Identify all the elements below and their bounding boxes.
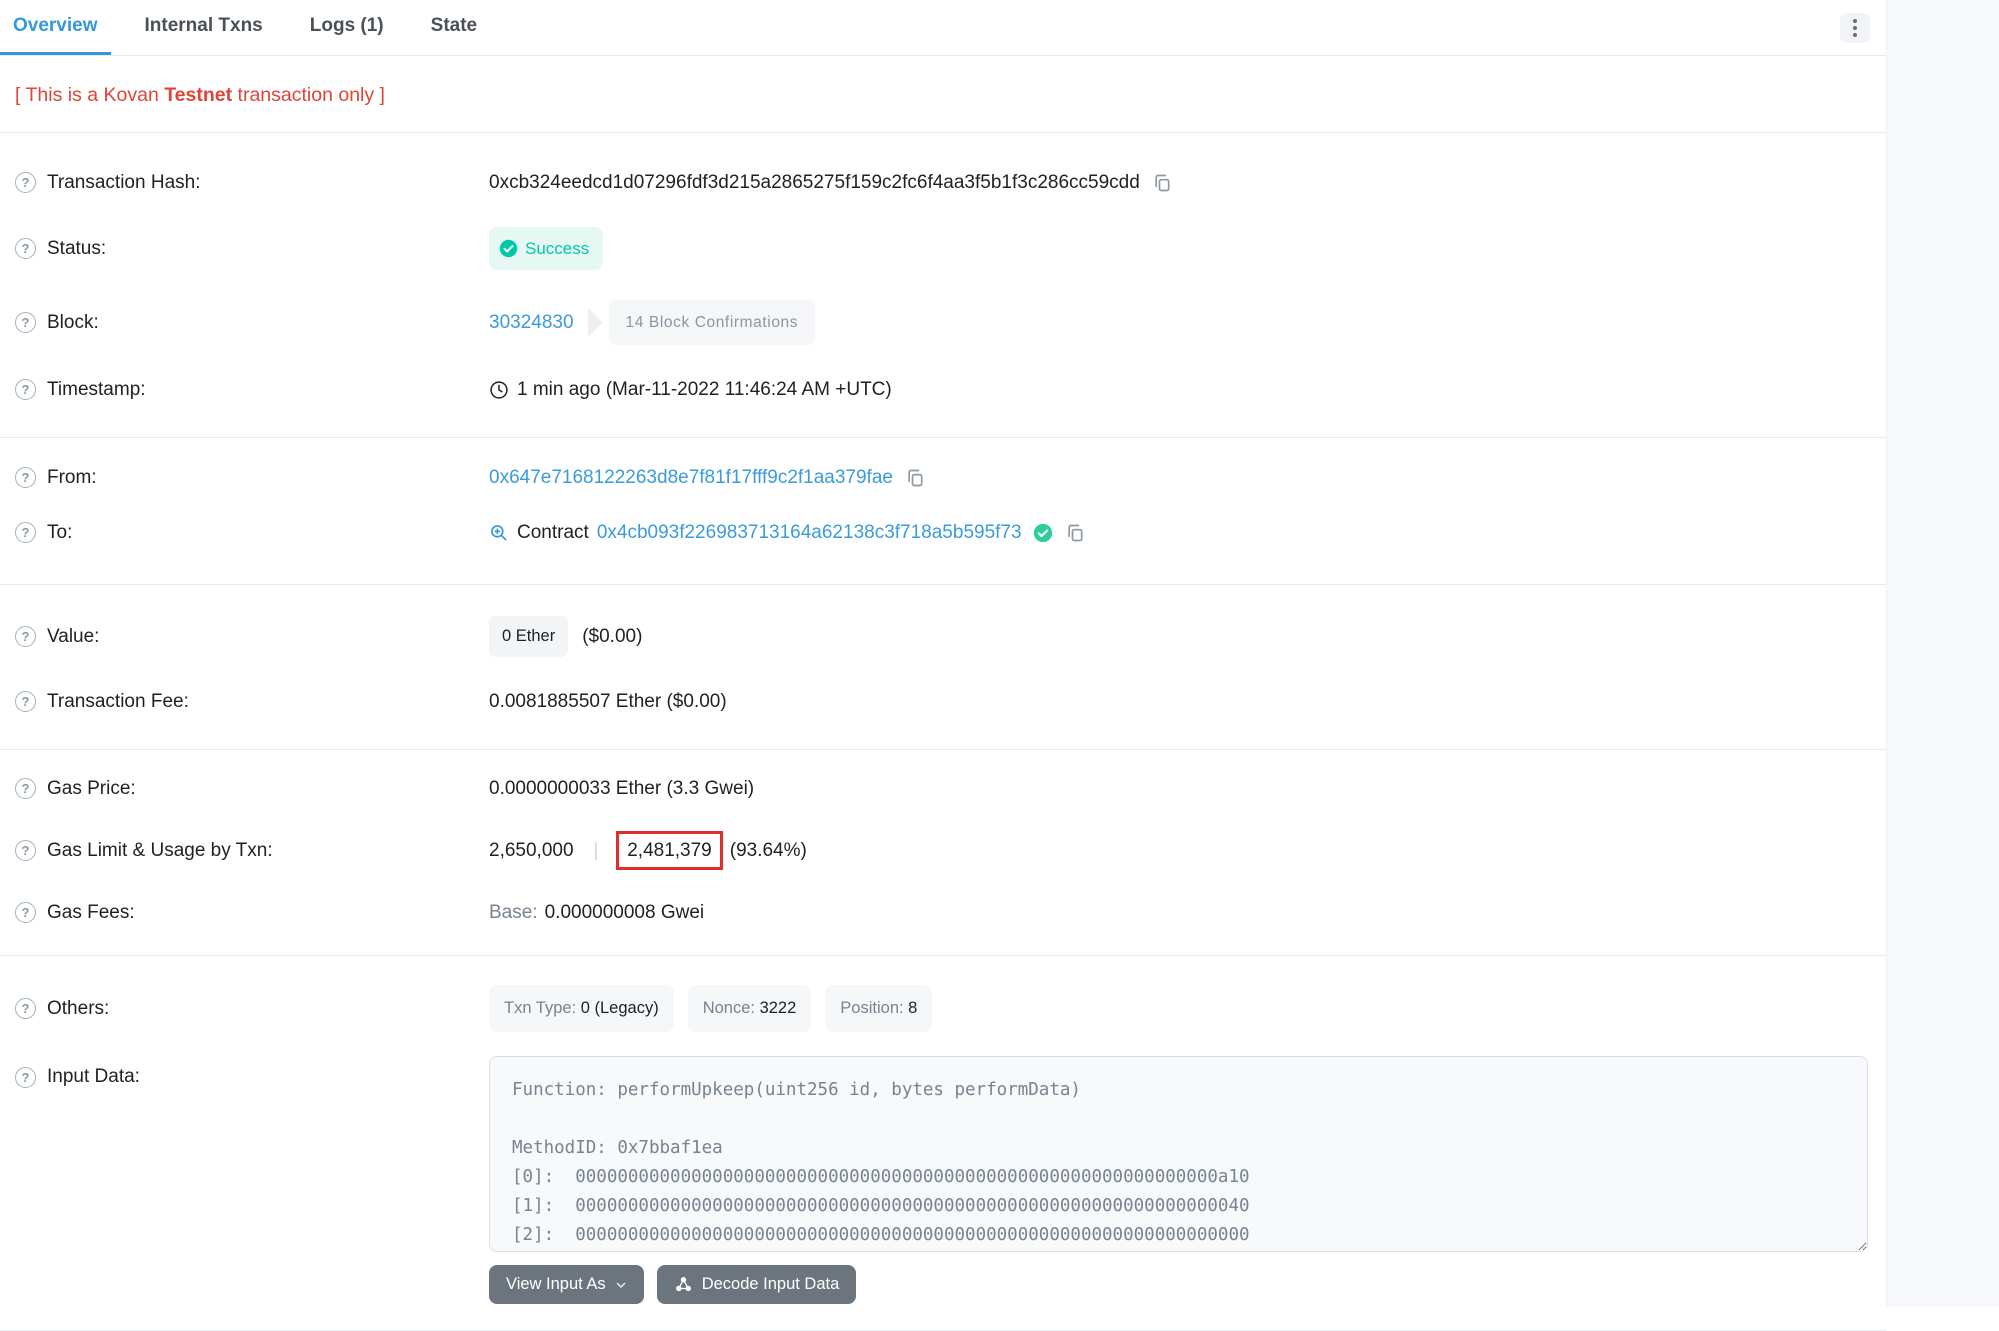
- input-data-textarea[interactable]: Function: performUpkeep(uint256 id, byte…: [489, 1056, 1868, 1252]
- value-amount-pill: 0 Ether: [489, 616, 568, 657]
- transaction-fee-row: ? Transaction Fee: 0.0081885507 Ether ($…: [0, 672, 1886, 731]
- help-icon[interactable]: ?: [15, 1067, 36, 1088]
- input-data-label: Input Data:: [47, 1066, 140, 1088]
- decode-input-data-button[interactable]: Decode Input Data: [657, 1265, 857, 1304]
- clock-icon: [489, 380, 509, 400]
- timestamp-label: Timestamp:: [47, 379, 146, 401]
- block-confirmations-label: 14 Block Confirmations: [609, 300, 816, 345]
- chevron-down-icon: [615, 1279, 627, 1291]
- help-icon[interactable]: ?: [15, 626, 36, 647]
- copy-to-address-button[interactable]: [1065, 523, 1085, 543]
- to-contract-word: Contract: [517, 518, 589, 547]
- timestamp-value: 1 min ago (Mar-11-2022 11:46:24 AM +UTC): [517, 375, 892, 404]
- transaction-hash-row: ? Transaction Hash: 0xcb324eedcd1d07296f…: [0, 153, 1886, 212]
- transaction-overview-card: Overview Internal Txns Logs (1) State [ …: [0, 0, 1886, 1331]
- gas-used-highlight-box: 2,481,379: [616, 831, 723, 870]
- gas-used-percent: (93.64%): [730, 836, 807, 865]
- gas-fees-base-label: Base:: [489, 898, 538, 927]
- value-usd: ($0.00): [582, 622, 642, 651]
- gas-price-label: Gas Price:: [47, 778, 136, 800]
- gas-used-value: 2,481,379: [627, 840, 712, 861]
- txn-type-pill: Txn Type: 0 (Legacy): [489, 985, 674, 1032]
- gas-price-value: 0.0000000033 Ether (3.3 Gwei): [489, 774, 754, 803]
- status-badge: Success: [489, 227, 603, 270]
- tab-state[interactable]: State: [418, 0, 490, 55]
- copy-icon: [905, 468, 925, 488]
- copy-icon: [1065, 523, 1085, 543]
- status-label: Status:: [47, 238, 106, 260]
- transaction-fee-value: 0.0081885507 Ether ($0.00): [489, 687, 727, 716]
- gas-fees-base-value: 0.000000008 Gwei: [545, 898, 705, 927]
- help-icon[interactable]: ?: [15, 998, 36, 1019]
- copy-from-address-button[interactable]: [905, 468, 925, 488]
- transaction-hash-label: Transaction Hash:: [47, 172, 200, 194]
- to-address-link[interactable]: 0x4cb093f226983713164a62138c3f718a5b595f…: [597, 518, 1022, 547]
- block-label: Block:: [47, 312, 99, 334]
- decode-input-data-label: Decode Input Data: [702, 1275, 840, 1294]
- block-number-link[interactable]: 30324830: [489, 308, 574, 337]
- from-address-link[interactable]: 0x647e7168122263d8e7f81f17fff9c2f1aa379f…: [489, 463, 893, 492]
- help-icon[interactable]: ?: [15, 691, 36, 712]
- nonce-pill: Nonce: 3222: [688, 985, 812, 1032]
- gas-price-row: ? Gas Price: 0.0000000033 Ether (3.3 Gwe…: [0, 760, 1886, 817]
- view-input-as-button[interactable]: View Input As: [489, 1265, 644, 1304]
- from-row: ? From: 0x647e7168122263d8e7f81f17fff9c2…: [0, 450, 1886, 505]
- help-icon[interactable]: ?: [15, 379, 36, 400]
- tab-logs[interactable]: Logs (1): [297, 0, 397, 55]
- gas-fees-row: ? Gas Fees: Base: 0.000000008 Gwei: [0, 884, 1886, 941]
- to-row: ? To: Contract 0x4cb093f226983713164a621…: [0, 505, 1886, 560]
- kebab-menu-icon: [1853, 19, 1857, 23]
- gas-limit-value: 2,650,000: [489, 836, 574, 865]
- value-row: ? Value: 0 Ether ($0.00): [0, 601, 1886, 672]
- page-background-rail: [1886, 0, 1999, 1307]
- transaction-fee-label: Transaction Fee:: [47, 691, 189, 713]
- copy-hash-button[interactable]: [1152, 173, 1172, 193]
- position-pill: Position: 8: [825, 985, 932, 1032]
- separator-bar: |: [594, 836, 599, 865]
- tab-overview-label: Overview: [13, 15, 98, 37]
- kebab-menu-button[interactable]: [1840, 13, 1870, 43]
- value-label: Value:: [47, 626, 99, 648]
- help-icon[interactable]: ?: [15, 522, 36, 543]
- verified-check-icon: [1033, 523, 1053, 543]
- tab-internal-txns[interactable]: Internal Txns: [132, 0, 276, 55]
- decode-icon: [674, 1275, 693, 1294]
- tab-overview[interactable]: Overview: [0, 0, 111, 55]
- zoom-in-icon[interactable]: [489, 523, 509, 543]
- copy-icon: [1152, 173, 1172, 193]
- others-row: ? Others: Txn Type: 0 (Legacy) Nonce: 32…: [0, 970, 1886, 1047]
- status-badge-label: Success: [525, 234, 589, 263]
- tab-logs-label: Logs (1): [310, 15, 384, 37]
- transaction-hash-value: 0xcb324eedcd1d07296fdf3d215a2865275f159c…: [489, 168, 1140, 197]
- others-label: Others:: [47, 998, 109, 1020]
- gas-fees-label: Gas Fees:: [47, 902, 135, 924]
- status-row: ? Status: Success: [0, 212, 1886, 285]
- help-icon[interactable]: ?: [15, 902, 36, 923]
- gas-limit-usage-label: Gas Limit & Usage by Txn:: [47, 840, 273, 862]
- view-input-as-label: View Input As: [506, 1275, 606, 1294]
- timestamp-row: ? Timestamp: 1 min ago (Mar-11-2022 11:4…: [0, 360, 1886, 419]
- testnet-warning: [ This is a Kovan Testnet transaction on…: [0, 56, 1886, 133]
- badge-arrow-icon: [588, 308, 603, 338]
- help-icon[interactable]: ?: [15, 840, 36, 861]
- help-icon[interactable]: ?: [15, 172, 36, 193]
- help-icon[interactable]: ?: [15, 238, 36, 259]
- tab-bar: Overview Internal Txns Logs (1) State: [0, 0, 1886, 56]
- check-circle-icon: [499, 239, 518, 258]
- block-confirmations-badge: 14 Block Confirmations: [588, 300, 816, 345]
- from-label: From:: [47, 467, 97, 489]
- tab-state-label: State: [431, 15, 477, 37]
- block-row: ? Block: 30324830 14 Block Confirmations: [0, 285, 1886, 360]
- to-label: To:: [47, 522, 72, 544]
- input-data-row: ? Input Data: Function: performUpkeep(ui…: [0, 1047, 1886, 1252]
- tab-internal-txns-label: Internal Txns: [145, 15, 263, 37]
- help-icon[interactable]: ?: [15, 778, 36, 799]
- help-icon[interactable]: ?: [15, 312, 36, 333]
- gas-limit-usage-row: ? Gas Limit & Usage by Txn: 2,650,000 | …: [0, 817, 1886, 884]
- help-icon[interactable]: ?: [15, 467, 36, 488]
